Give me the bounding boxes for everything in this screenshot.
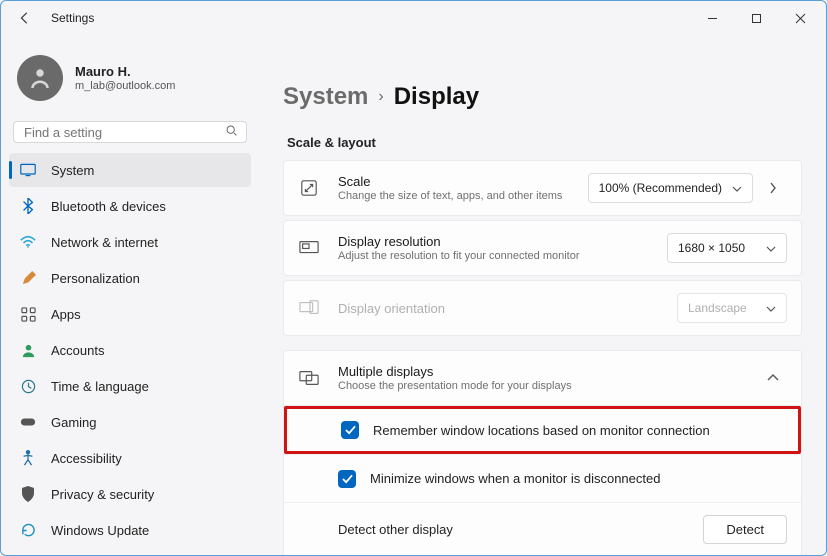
minimize-checkbox[interactable]: [338, 470, 356, 488]
resolution-card[interactable]: Display resolution Adjust the resolution…: [283, 220, 802, 276]
chevron-down-icon: [766, 241, 776, 255]
accessibility-icon: [19, 449, 37, 467]
multiple-displays-card[interactable]: Multiple displays Choose the presentatio…: [283, 350, 802, 406]
privacy-icon: [19, 485, 37, 503]
sidebar-item-system[interactable]: System: [9, 153, 251, 187]
time-language-icon: [19, 377, 37, 395]
chevron-down-icon: [766, 301, 776, 315]
sidebar-item-label: Time & language: [51, 379, 149, 394]
profile-name: Mauro H.: [75, 64, 175, 79]
scale-card[interactable]: Scale Change the size of text, apps, and…: [283, 160, 802, 216]
settings-window: Settings Mauro H. m_lab@outlook.com: [0, 0, 827, 556]
section-title: Scale & layout: [287, 135, 802, 150]
scale-select[interactable]: 100% (Recommended): [588, 173, 753, 203]
sidebar-item-label: Network & internet: [51, 235, 158, 250]
avatar: [17, 55, 63, 101]
sidebar-item-label: Personalization: [51, 271, 140, 286]
close-button[interactable]: [778, 3, 822, 33]
personalization-icon: [19, 269, 37, 287]
resolution-icon: [298, 237, 320, 259]
sidebar-item-label: Accounts: [51, 343, 104, 358]
gaming-icon: [19, 413, 37, 431]
multiple-displays-title: Multiple displays: [338, 364, 753, 379]
breadcrumb-current: Display: [394, 83, 479, 111]
sidebar-item-bluetooth[interactable]: Bluetooth & devices: [9, 189, 251, 223]
chevron-up-icon[interactable]: [759, 374, 787, 382]
breadcrumb-parent[interactable]: System: [283, 83, 368, 111]
remember-checkbox[interactable]: [341, 421, 359, 439]
search-input[interactable]: [22, 124, 225, 141]
detect-label: Detect other display: [338, 522, 703, 537]
minimize-button[interactable]: [690, 3, 734, 33]
orientation-title: Display orientation: [338, 301, 677, 316]
multiple-displays-subtitle: Choose the presentation mode for your di…: [338, 380, 753, 392]
sidebar-item-label: Apps: [51, 307, 81, 322]
window-controls: [690, 3, 822, 33]
breadcrumb-separator: ›: [378, 88, 383, 106]
resolution-subtitle: Adjust the resolution to fit your connec…: [338, 250, 667, 262]
profile-email: m_lab@outlook.com: [75, 80, 175, 92]
orientation-card: Display orientation Landscape: [283, 280, 802, 336]
network-icon: [19, 233, 37, 251]
scale-subtitle: Change the size of text, apps, and other…: [338, 190, 588, 202]
breadcrumb: System › Display: [283, 83, 802, 111]
sidebar-item-label: Bluetooth & devices: [51, 199, 166, 214]
sidebar-item-windows-update[interactable]: Windows Update: [9, 513, 251, 547]
multiple-displays-icon: [298, 367, 320, 389]
detect-button[interactable]: Detect: [703, 515, 787, 544]
titlebar: Settings: [1, 1, 826, 35]
minimize-label: Minimize windows when a monitor is disco…: [370, 471, 787, 486]
nav: System Bluetooth & devices Network & int…: [9, 153, 251, 547]
maximize-button[interactable]: [734, 3, 778, 33]
sidebar-item-network[interactable]: Network & internet: [9, 225, 251, 259]
sidebar-item-accessibility[interactable]: Accessibility: [9, 441, 251, 475]
sidebar-item-privacy[interactable]: Privacy & security: [9, 477, 251, 511]
sidebar-item-time-language[interactable]: Time & language: [9, 369, 251, 403]
window-title: Settings: [51, 11, 94, 25]
remember-label: Remember window locations based on monit…: [373, 423, 784, 438]
system-icon: [19, 161, 37, 179]
resolution-select[interactable]: 1680 × 1050: [667, 233, 787, 263]
sidebar-item-label: Privacy & security: [51, 487, 154, 502]
profile[interactable]: Mauro H. m_lab@outlook.com: [9, 35, 251, 119]
minimize-windows-row[interactable]: Minimize windows when a monitor is disco…: [284, 454, 801, 502]
sidebar: Mauro H. m_lab@outlook.com System Blueto…: [1, 35, 259, 555]
orientation-select: Landscape: [677, 293, 787, 323]
remember-window-locations-row[interactable]: Remember window locations based on monit…: [284, 406, 801, 454]
bluetooth-icon: [19, 197, 37, 215]
sidebar-item-label: Windows Update: [51, 523, 149, 538]
apps-icon: [19, 305, 37, 323]
accounts-icon: [19, 341, 37, 359]
windows-update-icon: [19, 521, 37, 539]
search-icon: [225, 124, 238, 140]
content: System › Display Scale & layout Scale Ch…: [259, 35, 826, 555]
back-button[interactable]: [11, 4, 39, 32]
sidebar-item-apps[interactable]: Apps: [9, 297, 251, 331]
search-box[interactable]: [13, 121, 247, 143]
sidebar-item-personalization[interactable]: Personalization: [9, 261, 251, 295]
detect-display-row: Detect other display Detect: [284, 502, 801, 555]
orientation-icon: [298, 297, 320, 319]
sidebar-item-label: Gaming: [51, 415, 97, 430]
resolution-title: Display resolution: [338, 234, 667, 249]
chevron-right-icon[interactable]: [759, 182, 787, 194]
sidebar-item-accounts[interactable]: Accounts: [9, 333, 251, 367]
chevron-down-icon: [732, 181, 742, 195]
scale-title: Scale: [338, 174, 588, 189]
multiple-displays-subgroup: Remember window locations based on monit…: [283, 406, 802, 555]
sidebar-item-label: System: [51, 163, 94, 178]
sidebar-item-label: Accessibility: [51, 451, 122, 466]
sidebar-item-gaming[interactable]: Gaming: [9, 405, 251, 439]
scale-icon: [298, 177, 320, 199]
